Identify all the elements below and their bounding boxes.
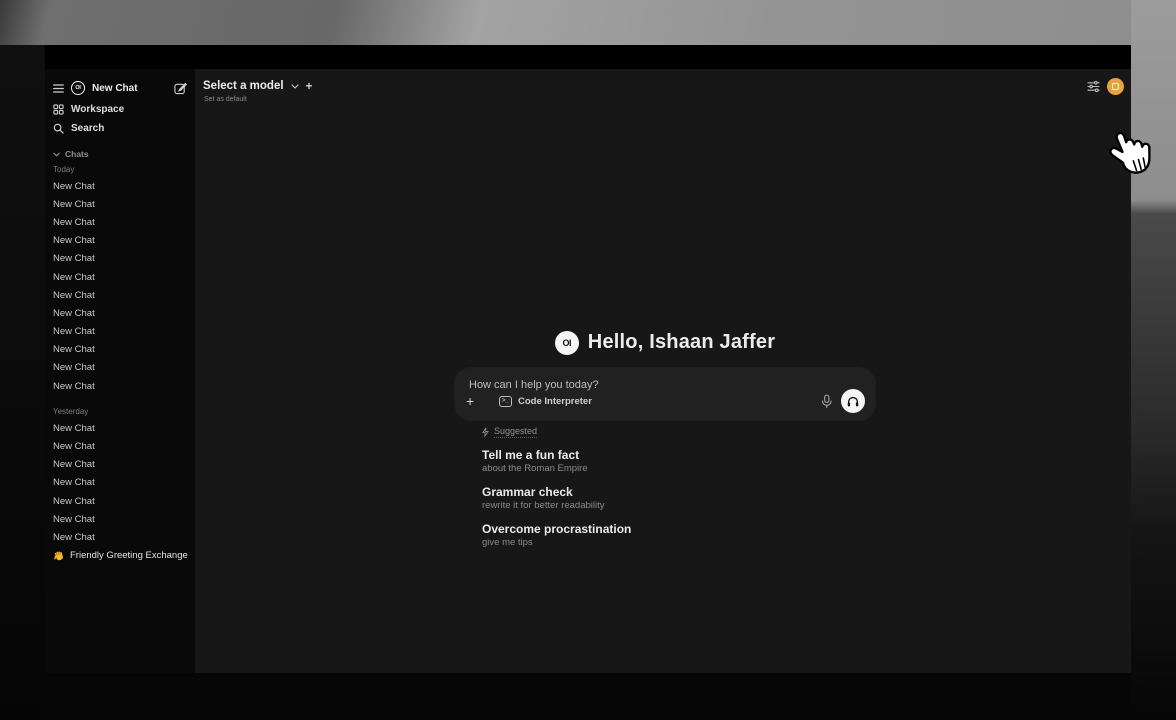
suggestion-item[interactable]: Tell me a fun fact about the Roman Empir… bbox=[482, 448, 875, 475]
hamburger-menu-icon[interactable] bbox=[53, 84, 64, 93]
sidebar-chat-item[interactable]: New Chat bbox=[53, 359, 187, 377]
sidebar-header: OI New Chat bbox=[53, 78, 187, 98]
suggestion-list: Tell me a fun fact about the Roman Empir… bbox=[482, 448, 875, 549]
window-titlebar bbox=[45, 45, 1131, 69]
sidebar-chat-item[interactable]: New Chat bbox=[53, 177, 187, 195]
suggestion-title: Grammar check bbox=[482, 485, 875, 499]
sidebar-title: New Chat bbox=[92, 83, 167, 94]
composer-controls: + >_ Code Interpreter bbox=[466, 389, 865, 413]
chat-list-today: New ChatNew ChatNew ChatNew ChatNew Chat… bbox=[53, 177, 187, 395]
greeting: OI Hello, Ishaan Jaffer bbox=[455, 330, 875, 355]
suggestion-subtitle: about the Roman Empire bbox=[482, 463, 875, 475]
suggested-section: Suggested Tell me a fun fact about the R… bbox=[455, 426, 875, 549]
sidebar-chat-item[interactable]: New Chat bbox=[53, 492, 187, 510]
app-logo: OI bbox=[555, 331, 579, 355]
suggestion-title: Tell me a fun fact bbox=[482, 448, 875, 462]
search-label: Search bbox=[71, 123, 104, 134]
chat-group-label-yesterday: Yesterday bbox=[53, 404, 187, 419]
message-input[interactable]: How can I help you today? + >_ Code Inte… bbox=[455, 368, 875, 420]
chat-list-yesterday: New ChatNew ChatNew ChatNew ChatNew Chat… bbox=[53, 419, 187, 546]
terminal-icon: >_ bbox=[499, 396, 512, 407]
sidebar-chat-item[interactable]: New Chat bbox=[53, 510, 187, 528]
code-interpreter-toggle[interactable]: >_ Code Interpreter bbox=[499, 396, 592, 407]
sidebar-chat-item[interactable]: New Chat bbox=[53, 232, 187, 250]
sidebar-chat-item[interactable]: New Chat bbox=[53, 341, 187, 359]
search-icon bbox=[53, 123, 64, 134]
suggestion-item[interactable]: Overcome procrastination give me tips bbox=[482, 522, 875, 549]
sidebar-chat-item[interactable]: New Chat bbox=[53, 419, 187, 437]
sidebar: OI New Chat Workspace Search Chats Today bbox=[45, 69, 195, 673]
suggested-label: Suggested bbox=[494, 426, 537, 438]
sidebar-item-workspace[interactable]: Workspace bbox=[53, 100, 187, 119]
chat-group-label-today: Today bbox=[53, 162, 187, 177]
suggested-header: Suggested bbox=[482, 426, 875, 438]
app-window: OI New Chat Workspace Search Chats Today bbox=[45, 45, 1131, 673]
bolt-icon bbox=[482, 427, 489, 437]
wallpaper-left bbox=[0, 45, 45, 720]
wallpaper-top bbox=[0, 0, 1176, 45]
workspace-label: Workspace bbox=[71, 104, 124, 115]
sidebar-chat-item[interactable]: New Chat bbox=[53, 286, 187, 304]
wave-hand-icon bbox=[53, 550, 65, 562]
sidebar-chat-item[interactable]: New Chat bbox=[53, 437, 187, 455]
model-selector[interactable]: Select a model + bbox=[203, 79, 313, 93]
sidebar-chat-item[interactable]: New Chat bbox=[53, 528, 187, 546]
microphone-icon[interactable] bbox=[821, 394, 832, 409]
controls-sliders-icon[interactable] bbox=[1087, 80, 1100, 93]
named-chat-label: Friendly Greeting Exchange bbox=[70, 550, 188, 561]
sidebar-chat-item-named[interactable]: Friendly Greeting Exchange bbox=[53, 547, 187, 565]
workspace-grid-icon bbox=[53, 104, 64, 115]
voice-call-button[interactable] bbox=[841, 389, 865, 413]
suggestion-title: Overcome procrastination bbox=[482, 522, 875, 536]
sidebar-chat-item[interactable]: New Chat bbox=[53, 377, 187, 395]
wallpaper-right bbox=[1131, 0, 1176, 720]
sidebar-chat-item[interactable]: New Chat bbox=[53, 474, 187, 492]
suggestion-item[interactable]: Grammar check rewrite it for better read… bbox=[482, 485, 875, 512]
sidebar-chat-item[interactable]: New Chat bbox=[53, 195, 187, 213]
sidebar-chat-item[interactable]: New Chat bbox=[53, 250, 187, 268]
sidebar-chat-item[interactable]: New Chat bbox=[53, 456, 187, 474]
welcome-panel: OI Hello, Ishaan Jaffer How can I help y… bbox=[455, 330, 875, 549]
chats-section-toggle[interactable]: Chats bbox=[53, 146, 187, 162]
chevron-down-icon bbox=[53, 152, 60, 157]
user-avatar[interactable] bbox=[1107, 78, 1124, 95]
sidebar-chat-item[interactable]: New Chat bbox=[53, 268, 187, 286]
sidebar-chat-item[interactable]: New Chat bbox=[53, 213, 187, 231]
code-interpreter-label: Code Interpreter bbox=[518, 396, 592, 407]
greeting-text: Hello, Ishaan Jaffer bbox=[588, 331, 775, 354]
sidebar-chat-item[interactable]: New Chat bbox=[53, 323, 187, 341]
app-logo: OI bbox=[71, 81, 85, 95]
suggestion-subtitle: give me tips bbox=[482, 537, 875, 549]
chevron-down-icon bbox=[291, 84, 299, 89]
wallpaper-bottom bbox=[45, 673, 1131, 720]
add-model-button[interactable]: + bbox=[306, 79, 313, 93]
chats-section-label: Chats bbox=[65, 149, 89, 159]
avatar-glyph bbox=[1112, 83, 1119, 90]
main-chat-area: Select a model + Set as default OI Hello… bbox=[195, 69, 1131, 673]
set-as-default-link[interactable]: Set as default bbox=[204, 96, 247, 103]
header-actions bbox=[1087, 78, 1124, 95]
sidebar-item-search[interactable]: Search bbox=[53, 119, 187, 138]
new-chat-icon[interactable] bbox=[174, 82, 187, 95]
attach-plus-button[interactable]: + bbox=[466, 394, 482, 408]
suggestion-subtitle: rewrite it for better readability bbox=[482, 500, 875, 512]
sidebar-chat-item[interactable]: New Chat bbox=[53, 304, 187, 322]
model-selector-label: Select a model bbox=[203, 80, 284, 92]
